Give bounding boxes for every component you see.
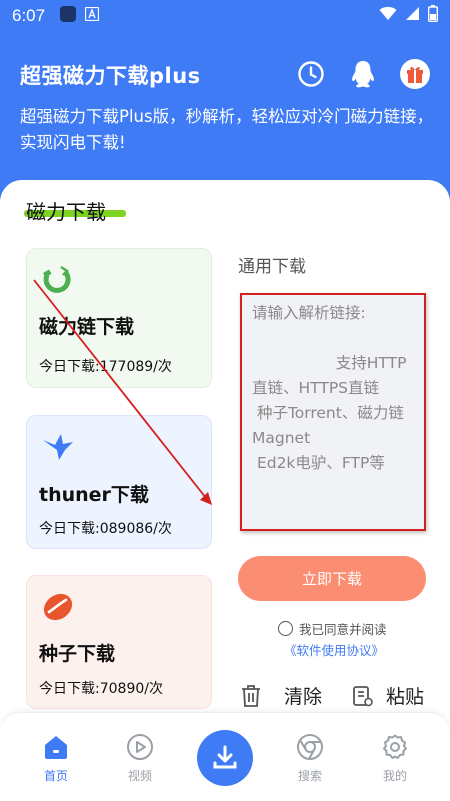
history-button[interactable] [296, 59, 326, 89]
notification-app-icon [59, 5, 77, 28]
browser-icon [297, 734, 323, 760]
app-subtitle: 超强磁力下载Plus版，秒解析，轻松应对冷门磁力链接，实现闪电下载! [20, 107, 434, 152]
card-title: 磁力链下载 [39, 316, 135, 338]
clock-icon [298, 61, 324, 87]
thunder-download-card[interactable]: thuner下载 今日下载:089086/次 [26, 415, 212, 549]
signal-icon [405, 6, 420, 26]
card-title: thuner下载 [39, 484, 149, 506]
paste-label: 粘贴 [386, 686, 425, 708]
nav-label: 我的 [382, 769, 407, 783]
link-input-box[interactable]: 请输入解析链接: 支持HTTP直链、HTTPS直链 种子Torrent、磁力链M… [240, 293, 426, 531]
battery-icon [427, 5, 439, 27]
magnet-icon [42, 265, 71, 293]
status-bar: 6:07 [0, 0, 450, 32]
download-fab[interactable] [197, 730, 253, 786]
torrent-download-card[interactable]: 种子下载 今日下载:70890/次 [26, 575, 212, 709]
seed-icon [43, 593, 73, 621]
agree-text: 我已同意并阅读 [299, 622, 387, 637]
gift-button[interactable] [400, 59, 430, 89]
status-time: 6:07 [12, 6, 46, 25]
card-title: 种子下载 [39, 643, 116, 665]
qq-penguin-icon [352, 61, 374, 88]
bird-icon [43, 434, 73, 460]
card-count: 今日下载:089086/次 [39, 521, 172, 537]
home-icon [45, 736, 67, 759]
nav-video[interactable]: 视频 [110, 733, 170, 784]
qq-button[interactable] [348, 59, 378, 89]
clear-button[interactable]: 清除 [240, 682, 322, 709]
nav-mine[interactable]: 我的 [365, 733, 425, 784]
nav-label: 视频 [127, 769, 152, 783]
nav-label: 搜索 [297, 769, 322, 783]
bottom-navigation: 首页 视频 搜索 我的 [0, 712, 450, 801]
main-panel: 磁力下载 磁力链下载 今日下载:177089/次 thuner下载 今日下载:0… [0, 180, 450, 801]
section-title: 磁力下载 [26, 200, 106, 224]
download-now-button[interactable]: 立即下载 [238, 556, 426, 601]
app-title: 超强磁力下载plus [20, 64, 201, 88]
download-icon [213, 745, 237, 769]
notification-font-icon [84, 6, 100, 26]
nav-search[interactable]: 搜索 [280, 733, 340, 784]
gift-icon [400, 59, 430, 89]
card-count: 今日下载:70890/次 [39, 681, 163, 697]
agree-radio[interactable] [278, 621, 293, 636]
play-icon [127, 734, 153, 760]
agreement-link[interactable]: 《软件使用协议》 [284, 640, 384, 659]
paste-icon [353, 685, 373, 706]
nav-label: 首页 [43, 769, 68, 783]
trash-icon [242, 684, 260, 707]
gear-icon [383, 734, 407, 759]
nav-home[interactable]: 首页 [26, 733, 86, 784]
agreement-row[interactable]: 我已同意并阅读 [278, 619, 387, 638]
clear-label: 清除 [284, 686, 323, 708]
magnet-download-card[interactable]: 磁力链下载 今日下载:177089/次 [26, 248, 212, 388]
general-download-label: 通用下载 [238, 257, 306, 277]
card-count: 今日下载:177089/次 [39, 359, 172, 375]
paste-button[interactable]: 粘贴 [352, 682, 424, 709]
link-input-placeholder: 请输入解析链接: 支持HTTP直链、HTTPS直链 种子Torrent、磁力链M… [252, 304, 407, 472]
wifi-icon [379, 6, 397, 26]
